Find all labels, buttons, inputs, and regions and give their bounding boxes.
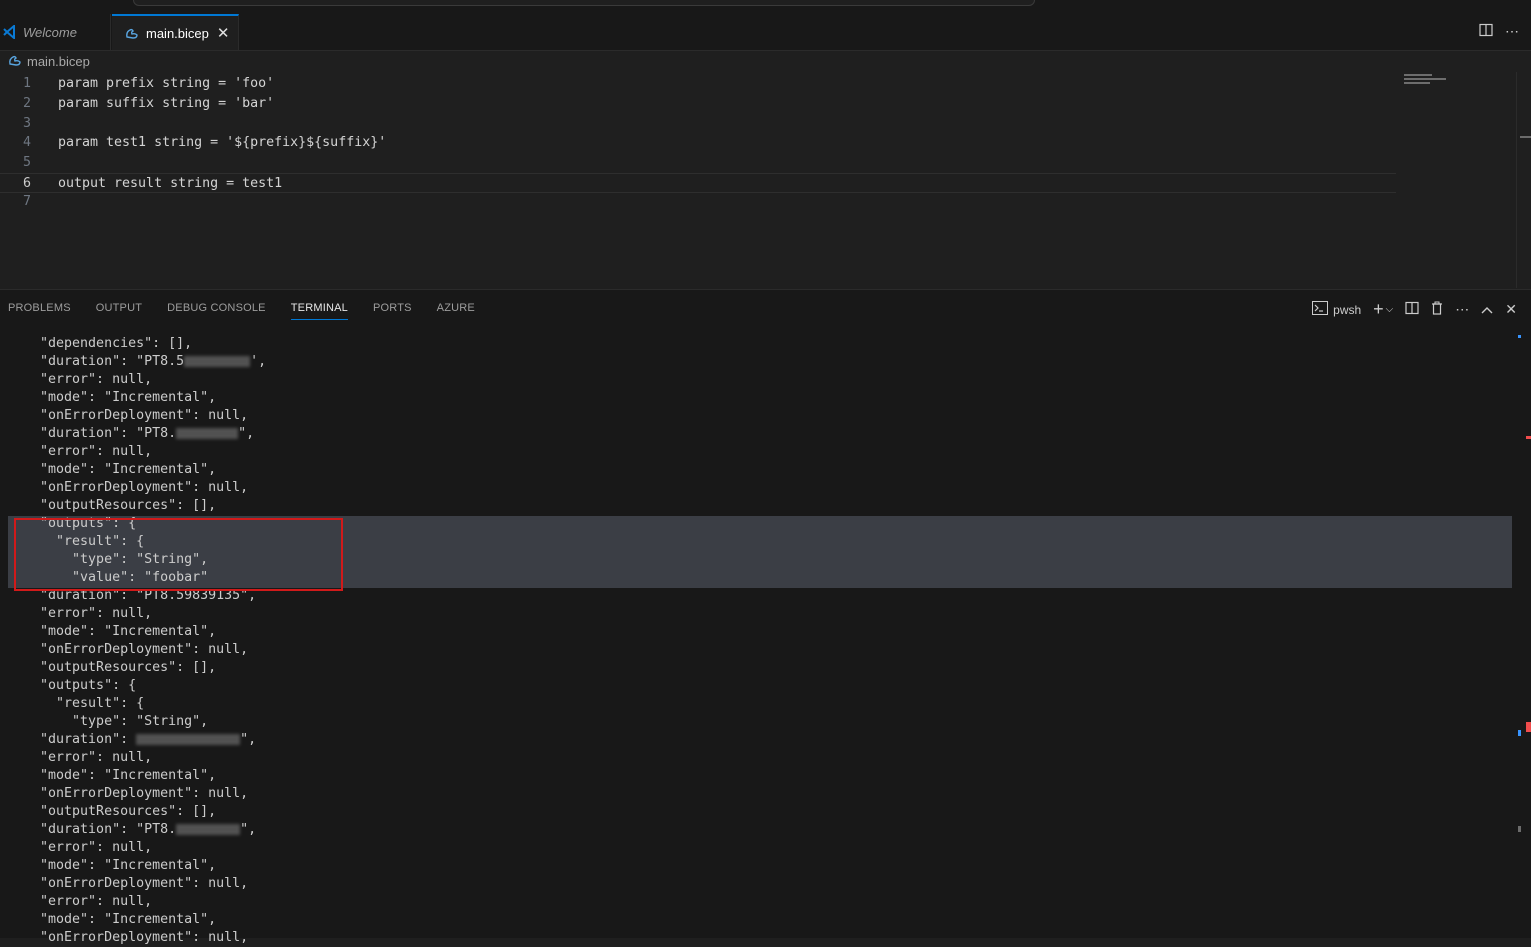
terminal-line: "onErrorDeployment": null, xyxy=(8,876,249,891)
code-line: 7 xyxy=(22,194,31,209)
tab-main-bicep-label: main.bicep xyxy=(146,25,209,41)
terminal-line: "type": "String", xyxy=(8,714,209,729)
panel-tabs: PROBLEMS OUTPUT DEBUG CONSOLE TERMINAL P… xyxy=(8,290,475,326)
terminal-line: "onErrorDeployment": null, xyxy=(8,480,249,495)
terminal-line: "outputResources": [], xyxy=(8,660,217,675)
code-line: 4 param test1 string = '${prefix}${suffix… xyxy=(22,135,387,150)
terminal-line: "mode": "Incremental", xyxy=(8,462,217,477)
code-line: 3 xyxy=(22,116,31,131)
terminal-line: "duration": ", xyxy=(8,732,257,747)
breadcrumb: main.bicep xyxy=(8,54,90,69)
code-line-current: 6 output result string = test1 xyxy=(0,173,1396,193)
terminal-line: "duration": "PT8. ", xyxy=(8,426,255,441)
tab-problems[interactable]: PROBLEMS xyxy=(8,290,71,326)
tab-ports[interactable]: PORTS xyxy=(373,290,412,326)
split-terminal-icon[interactable] xyxy=(1405,301,1419,318)
terminal-line: "error": null, xyxy=(8,894,153,909)
code-line: 5 xyxy=(22,155,31,170)
terminal-actions: pwsh + ⌵ ⋯ ✕ xyxy=(1312,299,1517,320)
terminal-line: "result": { xyxy=(8,696,145,711)
close-tab-icon[interactable]: ✕ xyxy=(217,24,230,42)
code-editor[interactable]: 1 param prefix string = 'foo' 2 param suff… xyxy=(0,72,1531,288)
terminal-line: "duration": "PT8.5 ', xyxy=(8,354,267,369)
bottom-panel: PROBLEMS OUTPUT DEBUG CONSOLE TERMINAL P… xyxy=(0,289,1531,945)
terminal-line: "dependencies": [], xyxy=(8,336,193,351)
terminal-output[interactable]: "dependencies": [], "duration": "PT8.5 ',… xyxy=(8,335,1512,947)
terminal-line: "outputResources": [], xyxy=(8,804,217,819)
terminal-line: "outputResources": [], xyxy=(8,498,217,513)
terminal-line: "error": null, xyxy=(8,750,153,765)
editor-scrollbar[interactable] xyxy=(1516,72,1531,288)
bicep-file-icon xyxy=(8,54,22,69)
tab-terminal[interactable]: TERMINAL xyxy=(290,290,349,326)
terminal-line: "error": null, xyxy=(8,840,153,855)
minimap[interactable] xyxy=(1404,74,1446,88)
tab-debug-console[interactable]: DEBUG CONSOLE xyxy=(167,290,266,326)
terminal-line: "error": null, xyxy=(8,372,153,387)
more-actions-icon[interactable]: ⋯ xyxy=(1455,301,1469,318)
command-center[interactable] xyxy=(133,0,1035,6)
tab-main-bicep[interactable]: main.bicep ✕ xyxy=(112,14,239,50)
terminal-shell-name: pwsh xyxy=(1333,302,1362,317)
terminal-line: "error": null, xyxy=(8,606,153,621)
terminal-line: "mode": "Incremental", xyxy=(8,912,217,927)
terminal-line: "error": null, xyxy=(8,444,153,459)
maximize-panel-icon[interactable] xyxy=(1481,302,1493,318)
title-bar xyxy=(0,0,1531,14)
trash-icon[interactable] xyxy=(1431,301,1443,318)
terminal-icon xyxy=(1312,301,1329,318)
breadcrumb-file[interactable]: main.bicep xyxy=(27,54,90,69)
terminal-line: "onErrorDeployment": null, xyxy=(8,408,249,423)
terminal-scrollbar[interactable] xyxy=(1516,326,1531,938)
editor-tab-bar: Welcome main.bicep ✕ ⋯ xyxy=(0,14,1531,51)
bicep-file-icon xyxy=(124,27,140,39)
tab-welcome-label: Welcome xyxy=(23,24,77,40)
tab-azure[interactable]: AZURE xyxy=(437,290,475,326)
split-editor-icon[interactable] xyxy=(1479,23,1493,40)
terminal-line: "onErrorDeployment": null, xyxy=(8,786,249,801)
new-terminal-icon[interactable]: + xyxy=(1373,299,1384,320)
more-actions-icon[interactable]: ⋯ xyxy=(1505,23,1519,40)
code-line: 1 param prefix string = 'foo' xyxy=(22,76,275,91)
tab-output[interactable]: OUTPUT xyxy=(96,290,142,326)
chevron-down-icon[interactable]: ⌵ xyxy=(1386,304,1394,315)
close-panel-icon[interactable]: ✕ xyxy=(1505,301,1517,318)
terminal-line: "mode": "Incremental", xyxy=(8,768,217,783)
vscode-logo-icon xyxy=(1,25,17,39)
terminal-line: "onErrorDeployment": null, xyxy=(8,930,249,945)
code-line: 2 param suffix string = 'bar' xyxy=(22,96,275,111)
terminal-shell-selector[interactable]: pwsh xyxy=(1312,301,1361,318)
terminal-line: "onErrorDeployment": null, xyxy=(8,642,249,657)
terminal-line: "mode": "Incremental", xyxy=(8,624,217,639)
highlight-box xyxy=(14,518,343,591)
terminal-line: "mode": "Incremental", xyxy=(8,858,217,873)
terminal-line: "outputs": { xyxy=(8,678,137,693)
tab-welcome[interactable]: Welcome xyxy=(0,14,111,50)
terminal-line: "mode": "Incremental", xyxy=(8,390,217,405)
terminal-line: "duration": "PT8. ", xyxy=(8,822,257,837)
